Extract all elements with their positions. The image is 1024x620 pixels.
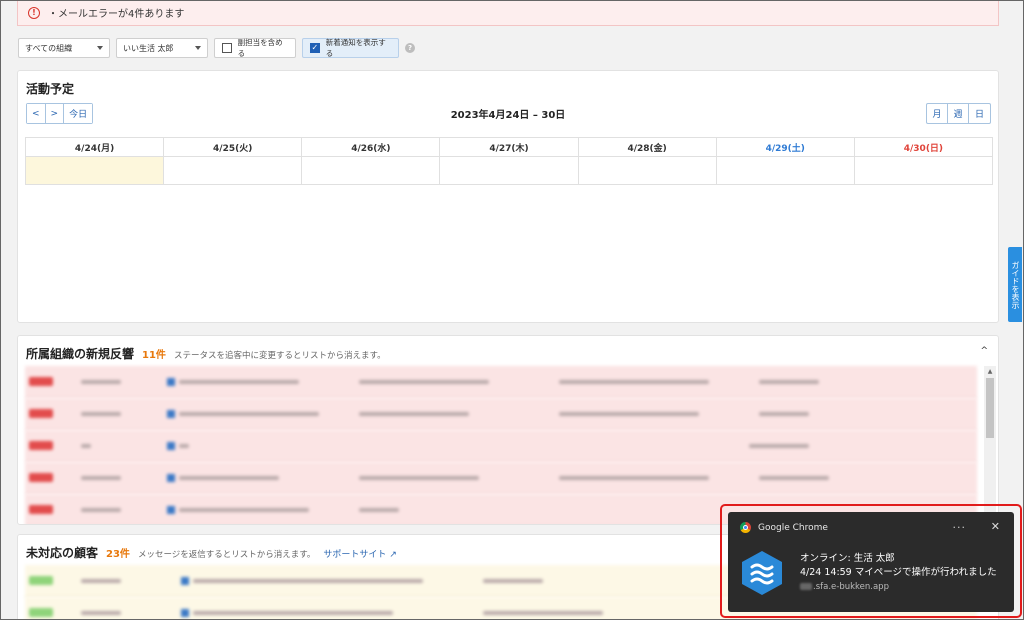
chrome-icon <box>740 522 751 533</box>
alert-text: ・メールエラーが4件あります <box>48 9 185 20</box>
user-select-value: いい生活 太郎 <box>123 43 174 53</box>
responses-scrollbar[interactable]: ▲ <box>984 366 996 524</box>
notification-header: Google Chrome <box>740 522 828 533</box>
activity-calendar-panel: 活動予定 < > 今日 2023年4月24日 – 30日 月 週 日 4/24(… <box>17 70 999 323</box>
day-cell[interactable] <box>302 157 441 185</box>
checkbox-empty-icon <box>222 43 232 53</box>
include-sub-label: 副担当を含める <box>237 38 283 58</box>
calendar-grid: 4/24(月) 4/25(火) 4/26(水) 4/27(木) 4/28(金) … <box>25 137 993 185</box>
support-site-link[interactable]: サポートサイト ↗ <box>323 547 396 560</box>
week-view-button[interactable]: 週 <box>948 104 969 123</box>
org-select[interactable]: すべての組織 <box>18 38 110 58</box>
customers-note: メッセージを返信するとリストから消えます。 <box>137 550 316 560</box>
day-header-saturday: 4/29(土) <box>716 138 855 157</box>
day-header: 4/26(水) <box>302 138 441 157</box>
org-select-value: すべての組織 <box>25 43 73 53</box>
day-cell[interactable] <box>716 157 855 185</box>
table-row[interactable] <box>25 398 977 430</box>
view-switcher: 月 週 日 <box>926 103 991 124</box>
guide-tab[interactable]: ガイドを表示 <box>1008 247 1022 322</box>
show-new-label: 新着通知を表示する <box>325 38 386 58</box>
calendar-body-row <box>26 157 993 185</box>
show-new-checkbox[interactable]: ✓ 新着通知を表示する <box>302 38 399 58</box>
table-row[interactable] <box>25 462 977 494</box>
calendar-header-row: 4/24(月) 4/25(火) 4/26(水) 4/27(木) 4/28(金) … <box>26 138 993 157</box>
alert-circle-icon: ! <box>28 6 40 19</box>
scroll-up-icon[interactable]: ▲ <box>984 366 996 376</box>
customers-title: 未対応の顧客 <box>26 546 99 560</box>
guide-tab-label: ガイドを表示 <box>1011 260 1020 309</box>
close-icon[interactable]: ✕ <box>991 520 1000 533</box>
external-link-icon: ↗ <box>389 550 397 560</box>
chevron-down-icon <box>97 46 103 50</box>
responses-header: 所属組織の新規反響 11件 ステータスを追客中に変更するとリストから消えます。 <box>26 345 386 362</box>
day-cell[interactable] <box>854 157 993 185</box>
mail-error-alert[interactable]: ! ・メールエラーが4件あります <box>17 0 999 26</box>
more-options-icon[interactable]: ··· <box>953 521 967 534</box>
new-responses-panel: 所属組織の新規反響 11件 ステータスを追客中に変更するとリストから消えます。 … <box>17 335 999 525</box>
app-logo-icon <box>742 551 782 595</box>
notification-body: オンライン: 生活 太郎 4/24 14:59 マイページで操作が行われました … <box>800 552 997 594</box>
responses-note: ステータスを追客中に変更するとリストから消えます。 <box>173 351 386 361</box>
chevron-up-icon[interactable]: ^ <box>980 346 988 356</box>
customers-count: 23件 <box>106 549 130 560</box>
table-row[interactable] <box>25 366 977 398</box>
responses-title: 所属組織の新規反響 <box>26 347 135 361</box>
calendar-range: 2023年4月24日 – 30日 <box>450 110 566 121</box>
help-icon[interactable]: ? <box>405 43 415 53</box>
scroll-thumb[interactable] <box>986 378 994 438</box>
day-header: 4/28(金) <box>578 138 717 157</box>
day-cell[interactable] <box>578 157 717 185</box>
day-header: 4/27(木) <box>440 138 579 157</box>
notification-source-text: .sfa.e-bukken.app <box>813 582 889 592</box>
day-header: 4/24(月) <box>26 138 165 157</box>
user-select[interactable]: いい生活 太郎 <box>116 38 208 58</box>
day-cell-today[interactable] <box>26 157 165 185</box>
day-cell[interactable] <box>164 157 303 185</box>
day-view-button[interactable]: 日 <box>969 104 990 123</box>
notification-app-name: Google Chrome <box>758 522 828 533</box>
table-row[interactable] <box>25 430 977 462</box>
day-cell[interactable] <box>440 157 579 185</box>
notification-title: オンライン: 生活 太郎 <box>800 553 895 564</box>
chevron-down-icon <box>195 46 201 50</box>
notification-source: .sfa.e-bukken.app <box>800 580 997 594</box>
calendar-title: 活動予定 <box>26 82 75 96</box>
day-header: 4/25(火) <box>164 138 303 157</box>
support-site-label: サポートサイト <box>323 550 387 560</box>
responses-count: 11件 <box>142 350 166 361</box>
filter-bar: すべての組織 いい生活 太郎 副担当を含める ✓ 新着通知を表示する ? <box>18 38 415 58</box>
notification-message: 4/24 14:59 マイページで操作が行われました <box>800 567 997 578</box>
customers-header: 未対応の顧客 23件 メッセージを返信するとリストから消えます。 サポートサイト… <box>26 544 397 561</box>
day-header-sunday: 4/30(日) <box>854 138 993 157</box>
include-sub-checkbox[interactable]: 副担当を含める <box>214 38 296 58</box>
month-view-button[interactable]: 月 <box>927 104 948 123</box>
checkbox-checked-icon: ✓ <box>310 43 320 53</box>
responses-list <box>25 366 977 524</box>
chrome-notification[interactable]: Google Chrome ··· ✕ オンライン: 生活 太郎 4/24 14… <box>728 512 1014 612</box>
